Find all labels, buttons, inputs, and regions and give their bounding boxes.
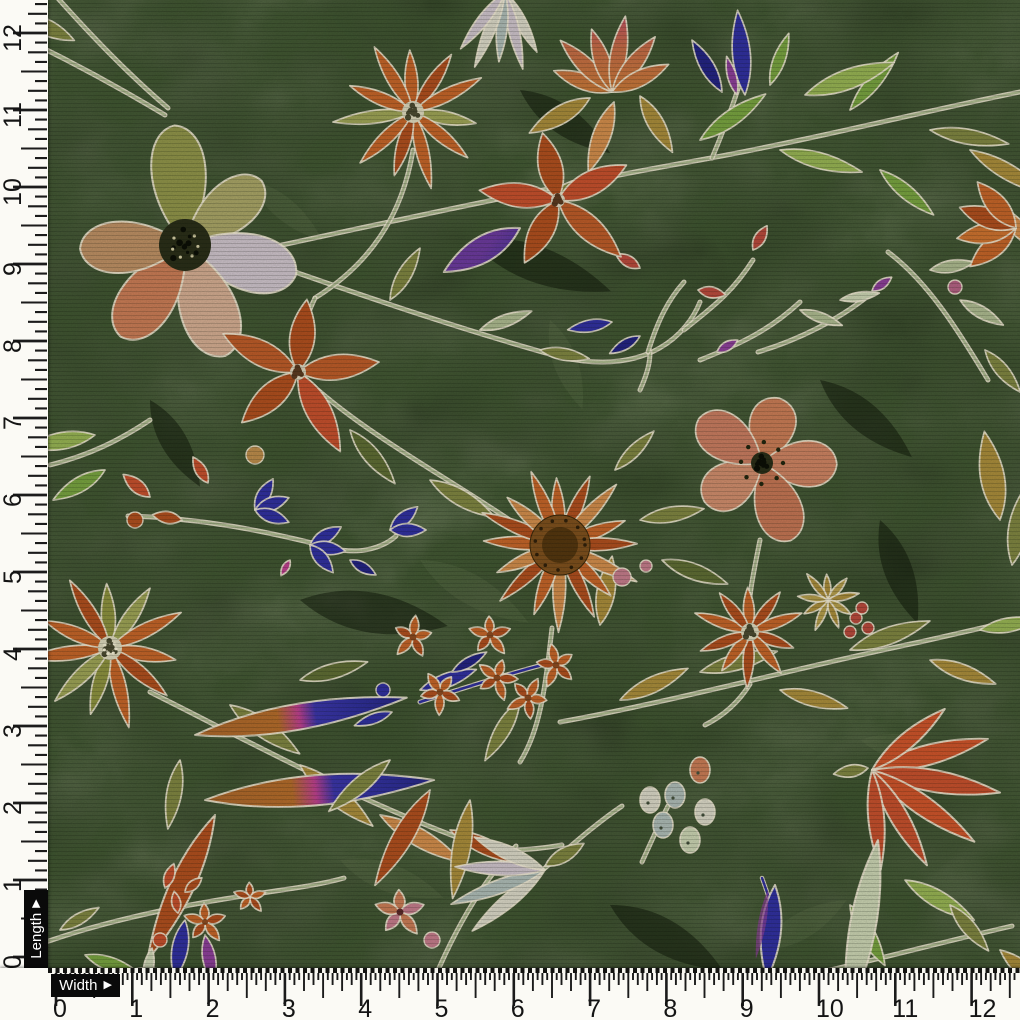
length-ruler-number: 7 — [0, 410, 26, 436]
width-ruler-number: 2 — [206, 995, 220, 1020]
length-label: Length ▶ — [24, 890, 48, 968]
length-ruler-number: 11 — [0, 102, 26, 128]
width-ruler-number: 10 — [816, 995, 844, 1020]
length-ruler-number: 5 — [0, 564, 26, 590]
width-ruler: Width ▶ inch 0123456789101112 — [0, 968, 1020, 1020]
width-ruler-number: 9 — [740, 995, 754, 1020]
right-arrow-icon: ▶ — [103, 980, 111, 991]
length-ruler-number: 3 — [0, 718, 26, 744]
length-ruler-number: 10 — [0, 179, 26, 205]
length-ruler-number: 2 — [0, 795, 26, 821]
length-label-text: Length — [28, 913, 45, 959]
width-ruler-number: 6 — [511, 995, 525, 1020]
length-ruler: Length ▶ 0123456789101112 — [0, 0, 48, 968]
width-label-text: Width — [59, 977, 97, 994]
width-ruler-number: 11 — [892, 995, 918, 1020]
width-ruler-number: 3 — [282, 995, 296, 1020]
width-ruler-number: 1 — [129, 995, 143, 1020]
length-ruler-number: 8 — [0, 333, 26, 359]
fabric-edge-dashed-line — [48, 968, 1020, 973]
up-arrow-icon: ▶ — [31, 899, 42, 907]
length-ruler-number: 9 — [0, 256, 26, 282]
width-ruler-number: 4 — [358, 995, 372, 1020]
fabric-print — [0, 0, 1020, 1020]
width-ruler-number: 12 — [969, 995, 997, 1020]
fabric-swatch-photo: Length ▶ 0123456789101112 Width ▶ inch 0… — [0, 0, 1020, 1020]
width-ruler-number: 8 — [663, 995, 677, 1020]
length-ruler-number: 1 — [0, 872, 26, 898]
length-ruler-number: 4 — [0, 641, 26, 667]
length-ruler-number: 12 — [0, 25, 26, 51]
length-ruler-number: 6 — [0, 487, 26, 513]
width-ruler-number: 5 — [435, 995, 449, 1020]
width-ruler-number: 0 — [53, 995, 67, 1020]
width-label: Width ▶ — [51, 974, 120, 997]
width-ruler-number: 7 — [587, 995, 601, 1020]
